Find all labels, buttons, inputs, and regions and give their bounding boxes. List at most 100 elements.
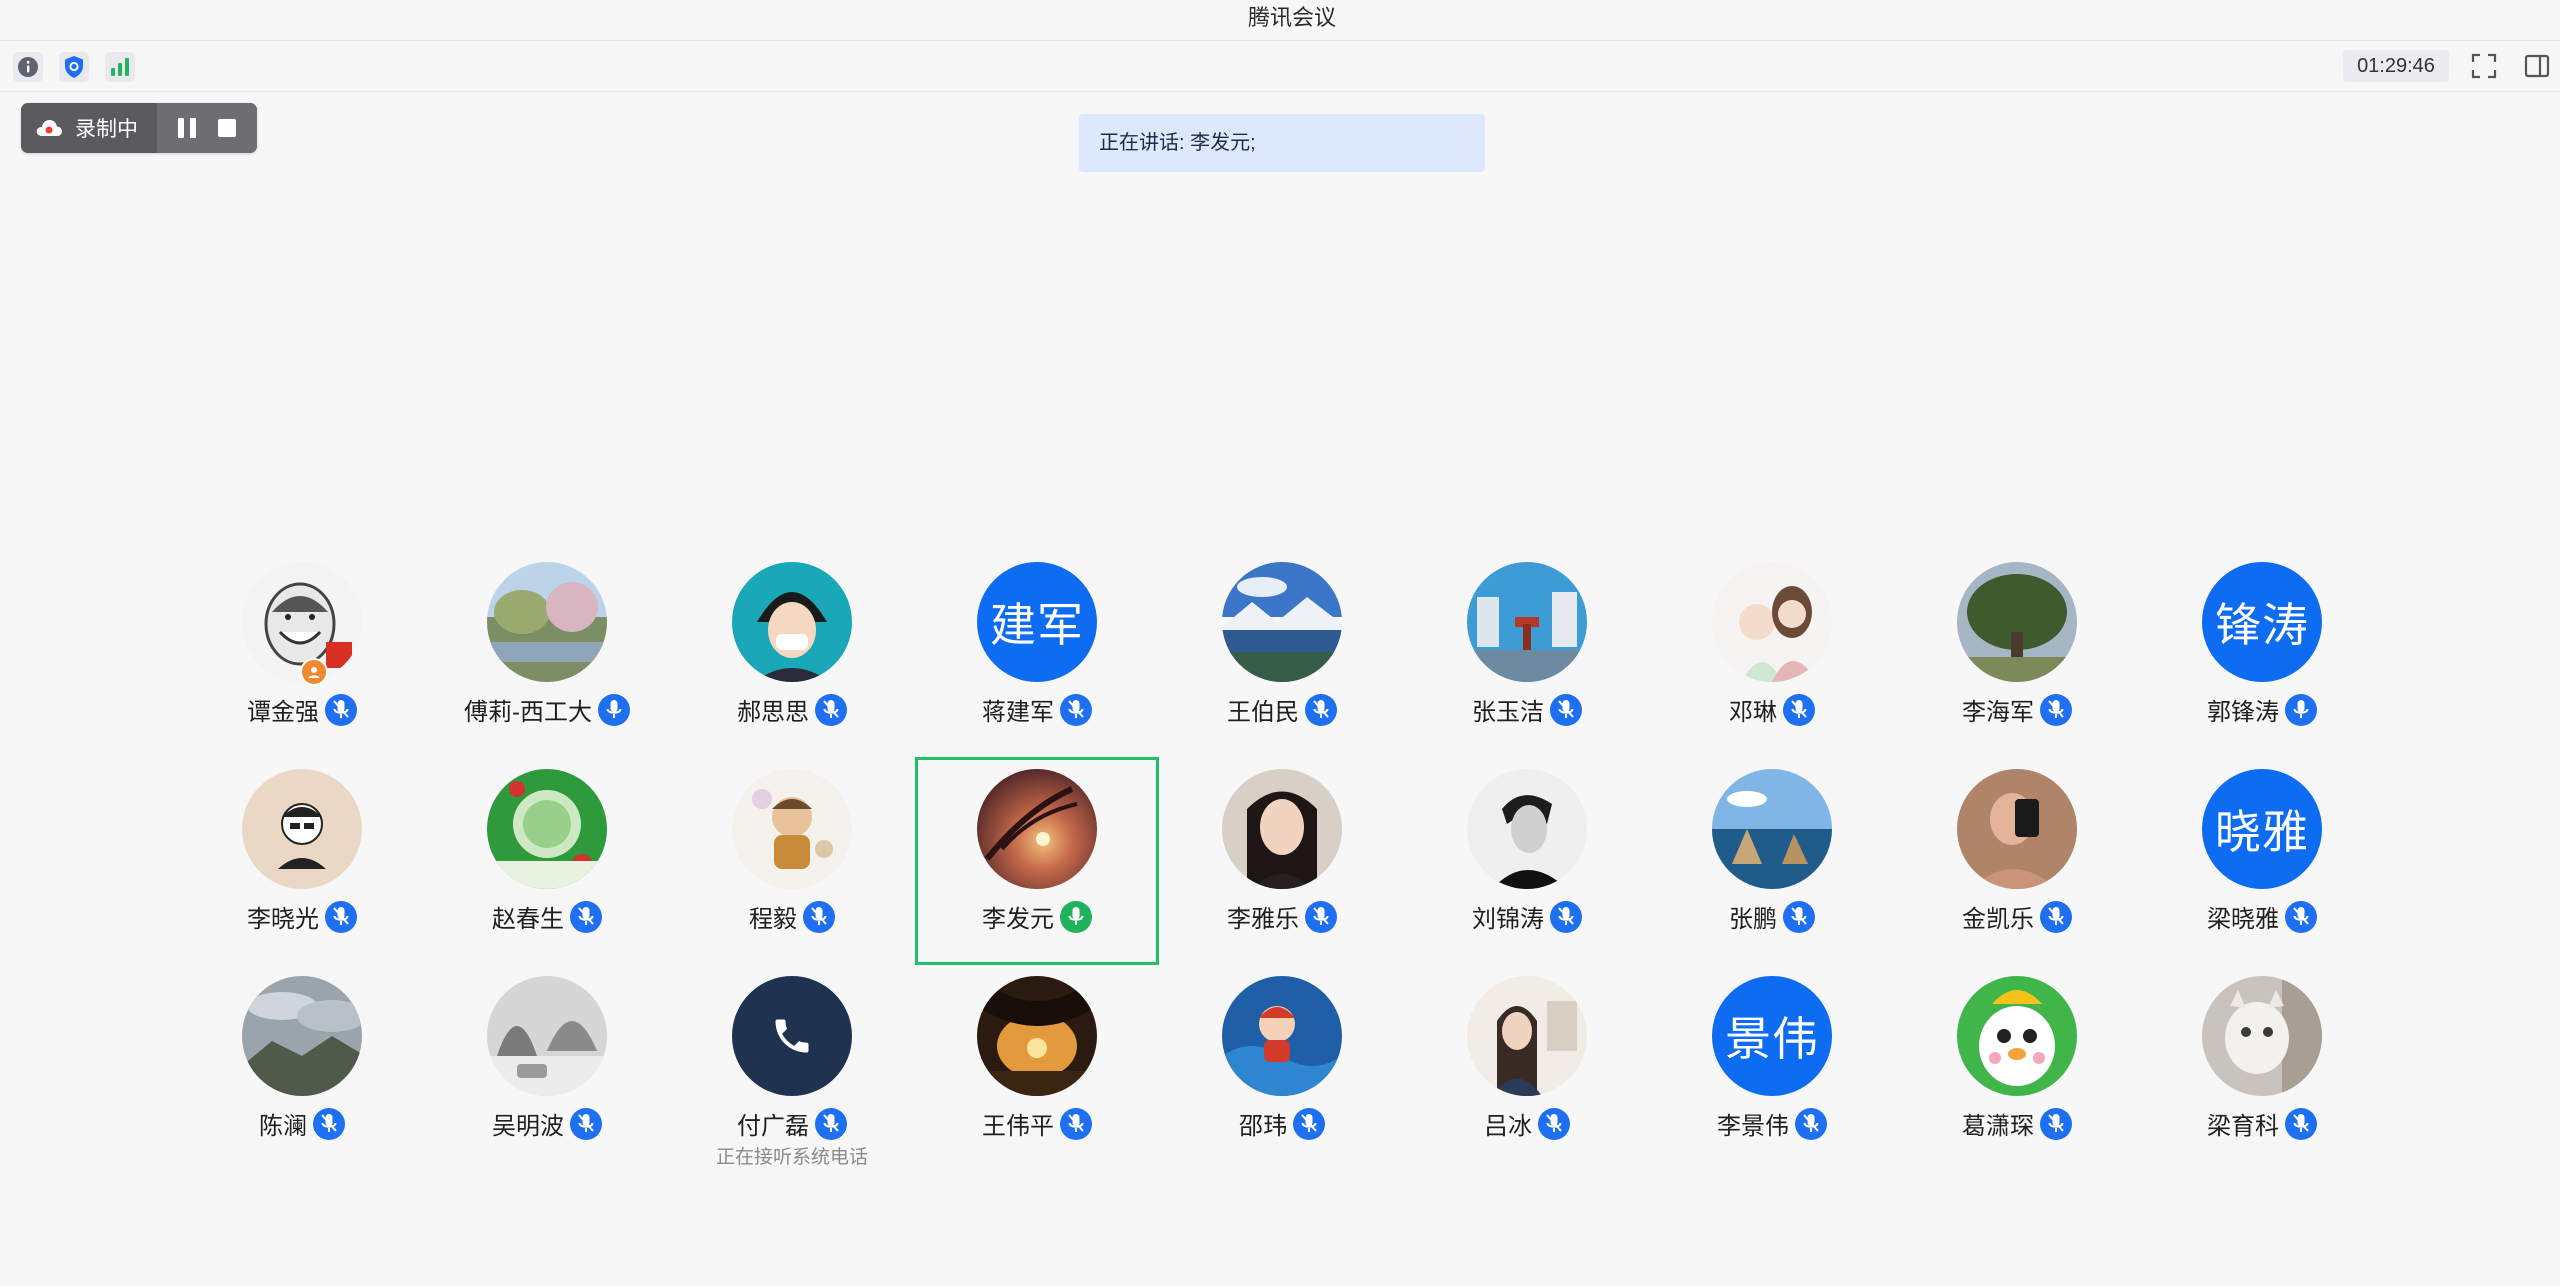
participant-tile[interactable]: 张鹏 bbox=[1650, 757, 1894, 965]
participant-name: 郭锋涛 bbox=[2207, 699, 2279, 726]
participant-tile[interactable]: 吴明波 bbox=[425, 964, 669, 1172]
avatar: 景伟 bbox=[1712, 976, 1832, 1096]
participant-tile[interactable]: 王伟平 bbox=[915, 964, 1159, 1172]
participant-name: 张鹏 bbox=[1729, 906, 1777, 933]
participant-tile[interactable]: 李海军 bbox=[1895, 550, 2139, 758]
participant-name: 李海军 bbox=[1962, 699, 2034, 726]
avatar bbox=[1467, 976, 1587, 1096]
stop-icon[interactable] bbox=[218, 119, 236, 137]
avatar bbox=[1712, 562, 1832, 682]
participant-tile[interactable]: 郝思思 bbox=[670, 550, 914, 758]
participant-tile[interactable]: 刘锦涛 bbox=[1405, 757, 1649, 965]
participant-name: 李雅乐 bbox=[1227, 906, 1299, 933]
avatar: 锋涛 bbox=[2202, 562, 2322, 682]
avatar bbox=[732, 562, 852, 682]
participant-tile[interactable]: 葛潇琛 bbox=[1895, 964, 2139, 1172]
participant-name: 赵春生 bbox=[492, 906, 564, 933]
participant-tile[interactable]: 赵春生 bbox=[425, 757, 669, 965]
signal-icon[interactable] bbox=[105, 52, 135, 82]
participant-tile[interactable]: 程毅 bbox=[670, 757, 914, 965]
avatar bbox=[487, 562, 607, 682]
participant-tile[interactable]: 梁育科 bbox=[2140, 964, 2384, 1172]
mic-muted-icon bbox=[1550, 900, 1582, 933]
pause-icon[interactable] bbox=[178, 118, 196, 138]
participant-name: 李发元 bbox=[982, 906, 1054, 933]
avatar bbox=[1957, 562, 2077, 682]
participant-name: 程毅 bbox=[749, 906, 797, 933]
mic-muted-icon bbox=[1060, 693, 1092, 726]
participant-name: 梁晓雅 bbox=[2207, 906, 2279, 933]
host-icon bbox=[300, 658, 328, 686]
participant-name: 陈澜 bbox=[259, 1113, 307, 1140]
participant-name: 梁育科 bbox=[2207, 1113, 2279, 1140]
mic-muted-icon bbox=[325, 693, 357, 726]
participant-tile[interactable]: 吕冰 bbox=[1405, 964, 1649, 1172]
mic-muted-icon bbox=[1305, 900, 1337, 933]
participant-tile[interactable]: 傅莉-西工大 bbox=[425, 550, 669, 758]
avatar bbox=[1467, 562, 1587, 682]
mic-muted-icon bbox=[2285, 900, 2317, 933]
fullscreen-icon[interactable] bbox=[2467, 50, 2501, 82]
avatar bbox=[732, 769, 852, 889]
avatar bbox=[2202, 976, 2322, 1096]
participant-tile-active-speaker[interactable]: 李发元 bbox=[915, 757, 1159, 965]
sidebar-toggle-icon[interactable] bbox=[2520, 50, 2554, 82]
participant-tile[interactable]: 建军 蒋建军 bbox=[915, 550, 1159, 758]
title-bar: 腾讯会议 bbox=[0, 0, 2560, 41]
participant-name: 邓琳 bbox=[1729, 699, 1777, 726]
phone-icon bbox=[775, 1019, 809, 1053]
participant-name: 吕冰 bbox=[1484, 1113, 1532, 1140]
info-icon[interactable] bbox=[13, 52, 43, 82]
participant-tile[interactable]: 景伟 李景伟 bbox=[1650, 964, 1894, 1172]
mic-muted-icon bbox=[803, 900, 835, 933]
mic-on-icon bbox=[598, 693, 630, 726]
participant-tile[interactable]: 金凯乐 bbox=[1895, 757, 2139, 965]
participant-tile[interactable]: 锋涛 郭锋涛 bbox=[2140, 550, 2384, 758]
participant-tile[interactable]: 李雅乐 bbox=[1160, 757, 1404, 965]
avatar bbox=[487, 976, 607, 1096]
participant-tile[interactable]: 王伯民 bbox=[1160, 550, 1404, 758]
avatar bbox=[242, 976, 362, 1096]
participant-tile[interactable]: 陈澜 bbox=[180, 964, 424, 1172]
avatar bbox=[1957, 976, 2077, 1096]
mic-muted-icon bbox=[1550, 693, 1582, 726]
participant-name: 刘锦涛 bbox=[1472, 906, 1544, 933]
participant-tile[interactable]: 邓琳 bbox=[1650, 550, 1894, 758]
recording-status[interactable]: 录制中 bbox=[21, 103, 157, 153]
participant-name: 吴明波 bbox=[492, 1113, 564, 1140]
mic-muted-icon bbox=[313, 1107, 345, 1140]
avatar bbox=[1222, 562, 1342, 682]
participant-name: 王伟平 bbox=[982, 1113, 1054, 1140]
mic-speaking-icon bbox=[1060, 900, 1092, 933]
mic-muted-icon bbox=[1795, 1107, 1827, 1140]
participant-name: 李景伟 bbox=[1717, 1113, 1789, 1140]
participant-name: 葛潇琛 bbox=[1962, 1113, 2034, 1140]
participant-name: 张玉洁 bbox=[1472, 699, 1544, 726]
avatar bbox=[1957, 769, 2077, 889]
participant-tile[interactable]: 张玉洁 bbox=[1405, 550, 1649, 758]
shield-icon[interactable] bbox=[59, 52, 89, 82]
participant-name: 金凯乐 bbox=[1962, 906, 2034, 933]
mic-on-icon bbox=[2285, 693, 2317, 726]
participant-name: 傅莉-西工大 bbox=[464, 699, 592, 726]
speaking-indicator: 正在讲话: 李发元; bbox=[1079, 114, 1485, 172]
mic-muted-icon bbox=[2040, 900, 2072, 933]
cloud-record-icon bbox=[36, 120, 62, 136]
mic-muted-icon bbox=[570, 900, 602, 933]
mic-muted-icon bbox=[325, 900, 357, 933]
mic-muted-icon bbox=[1783, 900, 1815, 933]
mic-muted-icon bbox=[1305, 693, 1337, 726]
avatar bbox=[977, 769, 1097, 889]
mic-muted-icon bbox=[1293, 1107, 1325, 1140]
participant-tile[interactable]: 邵玮 bbox=[1160, 964, 1404, 1172]
participant-name: 李晓光 bbox=[247, 906, 319, 933]
participant-name: 付广磊 bbox=[737, 1113, 809, 1140]
avatar bbox=[1222, 976, 1342, 1096]
participant-tile[interactable]: 谭金强 bbox=[180, 550, 424, 758]
top-toolbar bbox=[0, 41, 2560, 92]
participant-tile[interactable]: 李晓光 bbox=[180, 757, 424, 965]
mic-muted-icon bbox=[1538, 1107, 1570, 1140]
avatar bbox=[732, 976, 852, 1096]
participant-tile[interactable]: 晓雅 梁晓雅 bbox=[2140, 757, 2384, 965]
participant-tile[interactable]: 付广磊 正在接听系统电话 bbox=[670, 964, 914, 1172]
